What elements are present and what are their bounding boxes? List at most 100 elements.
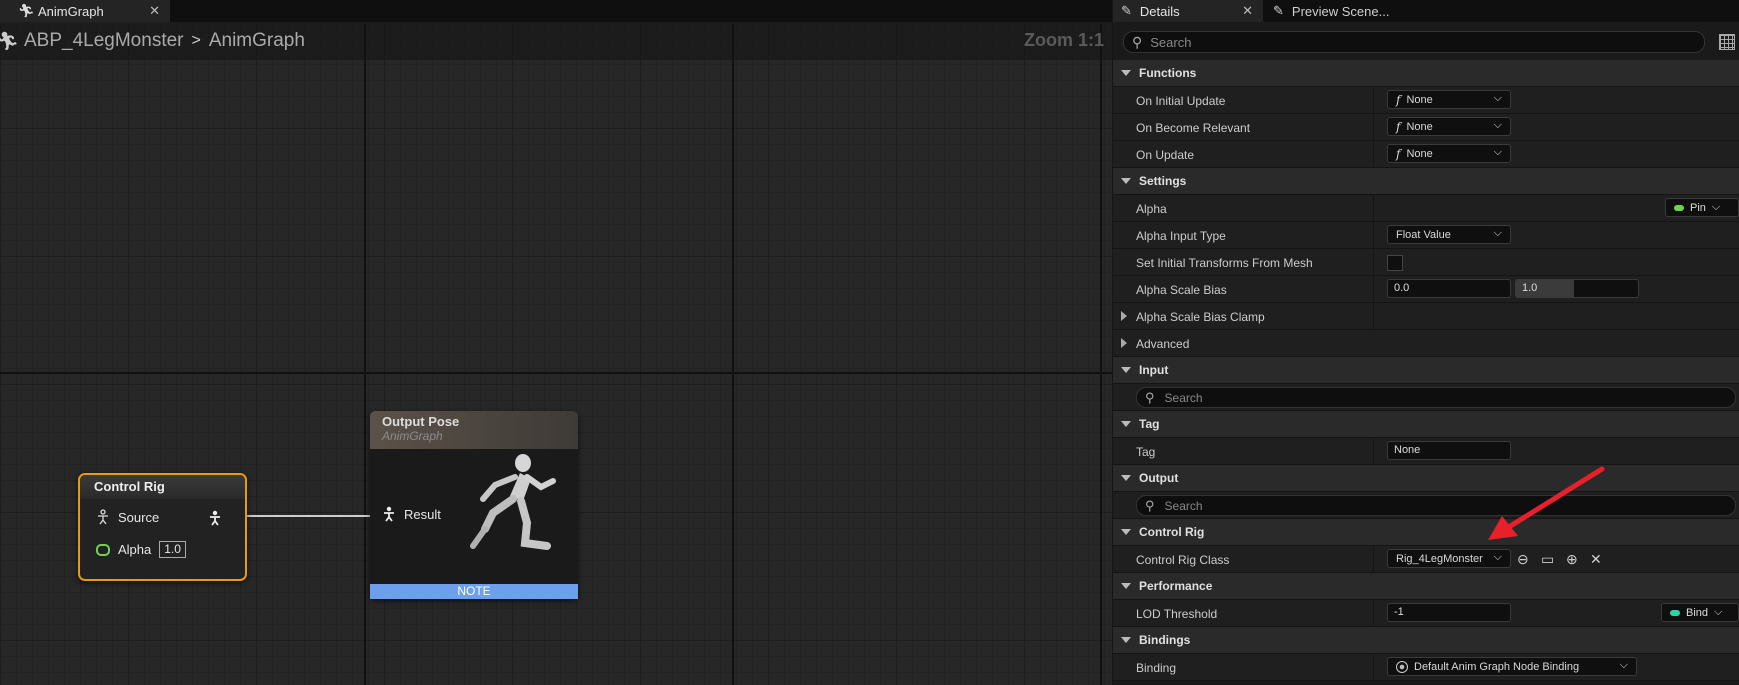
output-pose-node[interactable]: Output Pose AnimGraph Result NOTE bbox=[370, 411, 578, 599]
control-rig-class-dropdown[interactable]: Rig_4LegMonster ⌵ bbox=[1387, 549, 1511, 568]
running-man-icon: 🏃︎ bbox=[0, 30, 19, 51]
tab-preview-scene[interactable]: ✎ Preview Scene... bbox=[1273, 0, 1389, 22]
row-alpha: Alpha Pin ⌵ bbox=[1113, 195, 1739, 222]
alpha-label: Alpha bbox=[118, 542, 152, 557]
breadcrumb: 🏃︎ ABP_4LegMonster > AnimGraph bbox=[0, 22, 1112, 60]
dropdown-value: Rig_4LegMonster bbox=[1396, 552, 1483, 565]
graph-panel[interactable]: 🏃︎ AnimGraph ✕ 🏃︎ ABP_4LegMonster > Anim… bbox=[0, 0, 1112, 685]
category-functions[interactable]: Functions bbox=[1113, 60, 1739, 87]
expand-arrow-icon[interactable] bbox=[1121, 338, 1127, 348]
collapse-arrow-icon bbox=[1121, 583, 1131, 589]
category-input[interactable]: Input bbox=[1113, 357, 1739, 384]
alpha-pin-row[interactable]: Alpha 1.0 bbox=[96, 541, 186, 558]
alpha-scale-bias-min-input[interactable]: 0.0 bbox=[1387, 279, 1511, 298]
search-placeholder: Search bbox=[1150, 34, 1192, 50]
tab-details[interactable]: ✎ Details ✕ bbox=[1113, 0, 1263, 22]
chevron-down-icon: ⌵ bbox=[1714, 606, 1723, 618]
alpha-scale-bias-max-input[interactable]: 1.0 bbox=[1515, 279, 1639, 298]
breadcrumb-item-graph[interactable]: AnimGraph bbox=[209, 30, 305, 52]
set-initial-transforms-checkbox[interactable] bbox=[1387, 255, 1403, 271]
expand-arrow-icon[interactable] bbox=[1121, 311, 1127, 321]
note-bar[interactable]: NOTE bbox=[370, 584, 578, 599]
add-icon[interactable]: ⊕ bbox=[1566, 551, 1578, 568]
browse-folder-icon[interactable]: ▭ bbox=[1541, 551, 1554, 568]
property-label: Alpha bbox=[1136, 202, 1167, 216]
close-tab-icon[interactable]: ✕ bbox=[149, 3, 160, 19]
row-control-rig-class: Control Rig Class Rig_4LegMonster ⌵ ⊖ ▭ ⊕… bbox=[1113, 546, 1739, 573]
alpha-value-input[interactable]: 1.0 bbox=[159, 541, 186, 558]
result-pin-row[interactable]: Result bbox=[382, 506, 441, 522]
property-label: LOD Threshold bbox=[1136, 607, 1218, 621]
tab-label: Details bbox=[1139, 3, 1180, 19]
collapse-arrow-icon bbox=[1121, 421, 1131, 427]
input-value: 0.0 bbox=[1394, 282, 1410, 294]
category-bindings[interactable]: Bindings bbox=[1113, 627, 1739, 654]
collapse-arrow-icon bbox=[1121, 637, 1131, 643]
tab-label: AnimGraph bbox=[38, 3, 104, 19]
row-input-search: ⚲ Search bbox=[1113, 384, 1739, 411]
running-man-icon: 🏃︎ bbox=[18, 3, 35, 18]
annotation-arrow-icon bbox=[1488, 466, 1605, 540]
dropdown-value: Bind bbox=[1686, 606, 1709, 619]
chevron-down-icon: ⌵ bbox=[1493, 551, 1502, 563]
output-search-field[interactable]: ⚲ Search bbox=[1136, 495, 1736, 516]
zoom-indicator: Zoom 1:1 bbox=[1023, 30, 1104, 50]
clear-icon[interactable]: ✕ bbox=[1590, 551, 1602, 568]
row-lod-threshold: LOD Threshold -1 Bind ⌵ bbox=[1113, 600, 1739, 627]
source-pin-row[interactable]: Source bbox=[96, 509, 159, 525]
row-on-become-relevant: On Become Relevant f None ⌵ bbox=[1113, 114, 1739, 141]
category-performance[interactable]: Performance bbox=[1113, 573, 1739, 600]
row-on-update: On Update f None ⌵ bbox=[1113, 141, 1739, 168]
control-rig-node[interactable]: Control Rig Source Alpha 1.0 bbox=[78, 473, 247, 581]
category-control-rig[interactable]: Control Rig bbox=[1113, 519, 1739, 546]
on-initial-update-dropdown[interactable]: f None ⌵ bbox=[1387, 90, 1511, 109]
collapse-arrow-icon bbox=[1121, 70, 1131, 76]
input-search-field[interactable]: ⚲ Search bbox=[1136, 387, 1736, 408]
details-tab-bar: ✎ Details ✕ ✎ Preview Scene... bbox=[1113, 0, 1739, 22]
row-set-initial-transforms: Set Initial Transforms From Mesh bbox=[1113, 249, 1739, 276]
collapse-arrow-icon bbox=[1121, 529, 1131, 535]
result-label: Result bbox=[404, 506, 441, 522]
chevron-down-icon: ⌵ bbox=[1493, 146, 1502, 158]
category-label: Output bbox=[1139, 471, 1179, 485]
pencil-icon: ✎ bbox=[1121, 3, 1132, 18]
lod-threshold-bind-dropdown[interactable]: Bind ⌵ bbox=[1661, 603, 1739, 622]
tag-input[interactable]: None bbox=[1387, 441, 1511, 460]
float-pin-icon[interactable] bbox=[96, 543, 110, 556]
function-icon: f bbox=[1396, 119, 1401, 134]
property-matrix-icon[interactable] bbox=[1719, 34, 1735, 50]
breadcrumb-item-blueprint[interactable]: ABP_4LegMonster bbox=[24, 30, 184, 52]
node-title: Control Rig bbox=[80, 475, 245, 499]
pose-wire[interactable] bbox=[243, 515, 371, 517]
breadcrumb-separator: > bbox=[191, 32, 201, 49]
on-become-relevant-dropdown[interactable]: f None ⌵ bbox=[1387, 117, 1511, 136]
binding-dropdown[interactable]: Default Anim Graph Node Binding ⌵ bbox=[1387, 657, 1637, 676]
property-label: Advanced bbox=[1136, 337, 1190, 351]
property-label: Alpha Scale Bias Clamp bbox=[1136, 310, 1265, 324]
alpha-input-type-dropdown[interactable]: Float Value ⌵ bbox=[1387, 225, 1511, 244]
search-icon: ⚲ bbox=[1132, 33, 1143, 50]
row-advanced[interactable]: Advanced bbox=[1113, 330, 1739, 357]
row-alpha-scale-bias-clamp[interactable]: Alpha Scale Bias Clamp bbox=[1113, 303, 1739, 330]
tab-animgraph[interactable]: 🏃︎ AnimGraph ✕ bbox=[0, 0, 170, 22]
category-label: Input bbox=[1139, 363, 1169, 377]
on-update-dropdown[interactable]: f None ⌵ bbox=[1387, 144, 1511, 163]
function-icon: f bbox=[1396, 146, 1401, 161]
property-label: Tag bbox=[1136, 445, 1156, 459]
details-search-input[interactable]: ⚲ Search bbox=[1123, 31, 1705, 53]
category-output[interactable]: Output bbox=[1113, 465, 1739, 492]
alpha-pin-dropdown[interactable]: Pin ⌵ bbox=[1665, 198, 1739, 217]
row-on-initial-update: On Initial Update f None ⌵ bbox=[1113, 87, 1739, 114]
use-selected-icon[interactable]: ⊖ bbox=[1517, 551, 1529, 568]
category-tag[interactable]: Tag bbox=[1113, 411, 1739, 438]
property-label: On Initial Update bbox=[1136, 94, 1226, 108]
category-label: Performance bbox=[1139, 579, 1213, 593]
close-tab-icon[interactable]: ✕ bbox=[1242, 3, 1253, 19]
output-pose-pin-icon[interactable] bbox=[208, 510, 222, 526]
search-icon: ⚲ bbox=[1145, 497, 1155, 513]
property-label: Control Rig Class bbox=[1136, 553, 1230, 567]
property-label: Binding bbox=[1136, 661, 1177, 675]
lod-threshold-input[interactable]: -1 bbox=[1387, 603, 1511, 622]
chevron-down-icon: ⌵ bbox=[1711, 201, 1721, 213]
category-settings[interactable]: Settings bbox=[1113, 168, 1739, 195]
